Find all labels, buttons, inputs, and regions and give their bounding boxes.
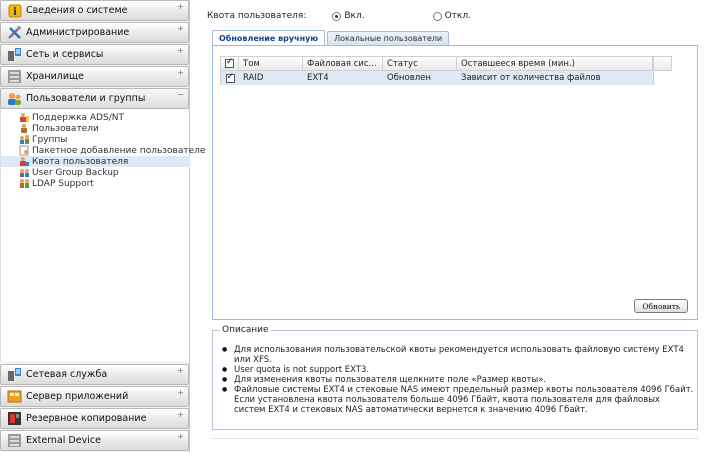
users-icon xyxy=(7,91,22,106)
section-users-groups[interactable]: Пользователи и группы − xyxy=(0,88,189,109)
tree-item-user-group-backup[interactable]: User Group Backup xyxy=(19,167,119,178)
tree-item-groups[interactable]: Группы xyxy=(19,134,67,145)
quota-icon xyxy=(19,156,30,167)
column-volume[interactable]: Том xyxy=(239,57,303,70)
tree-item-user-quota[interactable]: Квота пользователя xyxy=(1,156,190,167)
tab-strip: Обновление вручную Локальные пользовател… xyxy=(212,30,451,45)
section-label: Резервное копирование xyxy=(26,413,147,424)
main-content: Квота пользователя: Вкл. Откл. Обновлени… xyxy=(199,0,712,452)
batch-icon xyxy=(19,145,30,156)
expand-icon[interactable]: + xyxy=(177,367,184,375)
grid-header-filler xyxy=(654,56,672,71)
cell-volume: RAID xyxy=(243,73,264,83)
select-all-checkbox[interactable] xyxy=(225,57,234,68)
bottom-divider xyxy=(212,438,698,452)
row-checkbox[interactable] xyxy=(225,72,235,83)
user-quota-setting: Квота пользователя: Вкл. Откл. xyxy=(207,11,471,21)
users-groups-tree: Поддержка ADS/NT Пользователи Группы Пак… xyxy=(0,109,205,361)
radio-selected-icon[interactable] xyxy=(332,11,342,21)
user-icon xyxy=(19,123,30,134)
description-fieldset: Описание Для использования пользовательс… xyxy=(212,325,698,430)
description-legend: Описание xyxy=(220,325,271,335)
section-network-services[interactable]: Сеть и сервисы + xyxy=(0,44,189,65)
tree-item-label: LDAP Support xyxy=(32,178,94,189)
ads-icon xyxy=(19,112,30,123)
column-filesystem[interactable]: Файловая сис... xyxy=(303,57,383,70)
quota-on-label: Вкл. xyxy=(344,11,365,21)
section-label: Администрирование xyxy=(26,27,130,38)
section-label: Сервер приложений xyxy=(26,391,129,402)
user-quota-label: Квота пользователя: xyxy=(207,11,307,21)
tree-item-label: User Group Backup xyxy=(32,167,119,178)
tab-local-users[interactable]: Локальные пользователи xyxy=(327,31,450,45)
radio-unselected-icon[interactable] xyxy=(432,11,442,21)
update-button[interactable]: Обновить xyxy=(634,299,688,313)
cell-remaining-time: Зависит от количества файлов xyxy=(461,73,601,83)
row-select-cell[interactable] xyxy=(221,71,239,85)
group-icon xyxy=(19,134,30,145)
tree-item-batch-add[interactable]: Пакетное добавление пользователе xyxy=(19,145,205,156)
section-label: Хранилище xyxy=(26,71,84,82)
section-label: Сетевая служба xyxy=(26,369,108,380)
tree-item-label: Поддержка ADS/NT xyxy=(32,112,124,123)
tree-item-label: Квота пользователя xyxy=(32,156,129,167)
section-label: Пользователи и группы xyxy=(26,93,146,104)
column-remaining-time[interactable]: Оставшееся время (мин.) xyxy=(457,57,653,70)
collapse-icon[interactable]: − xyxy=(177,91,184,99)
select-all-cell[interactable] xyxy=(221,57,239,70)
quota-off-radio[interactable]: Откл. xyxy=(432,11,471,21)
tree-item-ldap-support[interactable]: LDAP Support xyxy=(19,178,94,189)
app-server-icon xyxy=(7,389,22,404)
backup-icon xyxy=(7,411,22,426)
description-list: Для использования пользовательской квоты… xyxy=(222,345,694,415)
expand-icon[interactable]: + xyxy=(177,3,184,11)
expand-icon[interactable]: + xyxy=(177,69,184,77)
tab-manual-update[interactable]: Обновление вручную xyxy=(212,30,326,45)
quota-on-radio[interactable]: Вкл. xyxy=(332,11,365,21)
quota-off-label: Откл. xyxy=(444,11,471,21)
svg-text:i: i xyxy=(13,7,17,18)
tree-item-users[interactable]: Пользователи xyxy=(19,123,99,134)
quota-grid: Том Файловая сис... Статус Оставшееся вр… xyxy=(220,56,672,85)
cell-filesystem: EXT4 xyxy=(307,73,329,83)
grid-header: Том Файловая сис... Статус Оставшееся вр… xyxy=(220,56,654,71)
expand-icon[interactable]: + xyxy=(177,47,184,55)
section-system-info[interactable]: i Сведения о системе + xyxy=(0,0,189,21)
cell-status: Обновлен xyxy=(387,73,431,83)
section-storage[interactable]: Хранилище + xyxy=(0,66,189,87)
tree-item-ads-nt[interactable]: Поддержка ADS/NT xyxy=(19,112,124,123)
expand-icon[interactable]: + xyxy=(177,389,184,397)
table-row[interactable]: RAID EXT4 Обновлен Зависит от количества… xyxy=(220,71,654,85)
section-app-server[interactable]: Сервер приложений + xyxy=(0,386,189,407)
tree-item-label: Пакетное добавление пользователе xyxy=(32,145,206,156)
description-item: Файловые системы EXT4 и стековые NAS име… xyxy=(222,385,694,415)
expand-icon[interactable]: + xyxy=(177,25,184,33)
section-administration[interactable]: Администрирование + xyxy=(0,22,189,43)
section-label: Сведения о системе xyxy=(26,5,128,16)
expand-icon[interactable]: + xyxy=(177,411,184,419)
info-icon: i xyxy=(7,3,22,18)
manual-update-panel: Том Файловая сис... Статус Оставшееся вр… xyxy=(212,45,698,320)
storage-icon xyxy=(7,69,22,84)
tree-item-label: Пользователи xyxy=(32,123,99,134)
section-backup[interactable]: Резервное копирование + xyxy=(0,408,189,429)
description-item: User quota is not support EXT3. xyxy=(222,365,694,375)
section-label: External Device xyxy=(26,435,101,446)
external-device-icon xyxy=(7,433,22,448)
backup-user-icon xyxy=(19,167,30,178)
sidebar: i Сведения о системе + Администрирование… xyxy=(0,0,205,452)
tools-icon xyxy=(7,25,22,40)
tree-item-label: Группы xyxy=(32,134,68,145)
description-item: Для изменения квоты пользователя щелкнит… xyxy=(222,375,694,385)
section-network-service[interactable]: Сетевая служба + xyxy=(0,364,189,385)
column-status[interactable]: Статус xyxy=(383,57,457,70)
network-service-icon xyxy=(7,367,22,382)
description-item: Для использования пользовательской квоты… xyxy=(222,345,694,365)
ldap-icon xyxy=(19,178,30,189)
section-label: Сеть и сервисы xyxy=(26,49,104,60)
section-external-device[interactable]: External Device + xyxy=(0,430,189,451)
expand-icon[interactable]: + xyxy=(177,433,184,441)
network-icon xyxy=(7,47,22,62)
